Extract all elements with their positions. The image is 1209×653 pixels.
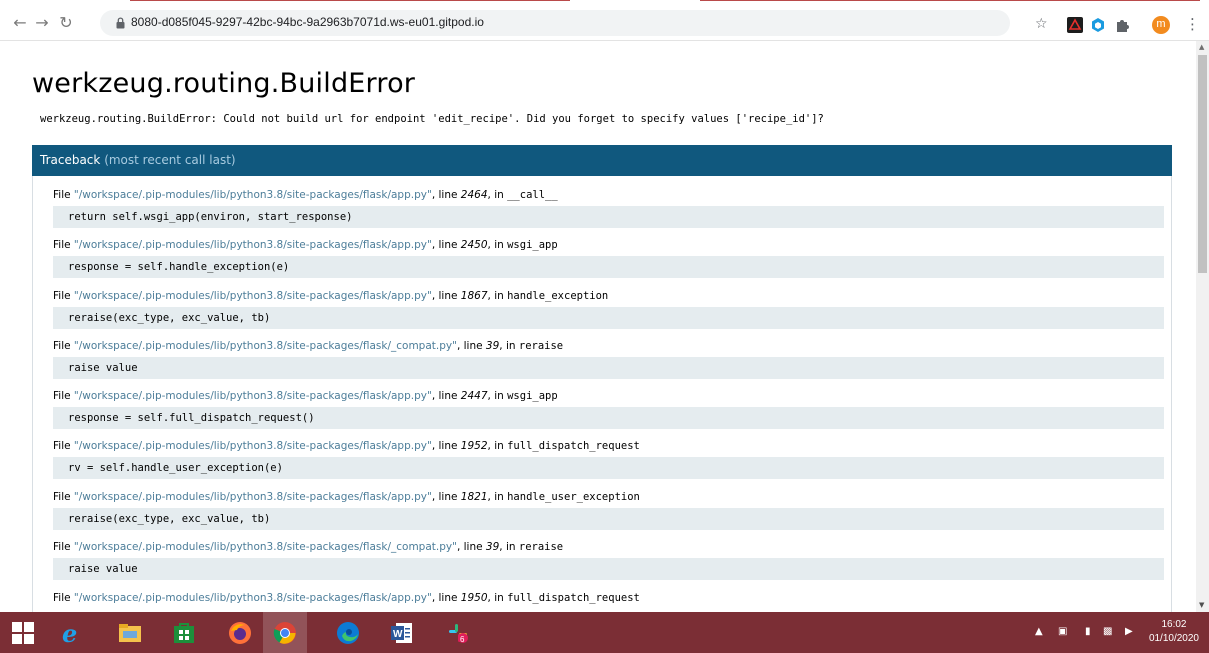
frame-header: File "/workspace/.pip-modules/lib/python…: [53, 390, 558, 402]
traceback-header[interactable]: Traceback (most recent call last): [32, 145, 1172, 176]
menu-kebab-icon[interactable]: ⋮: [1185, 16, 1200, 32]
svg-text:W: W: [393, 629, 403, 640]
frame-lineno: 1821: [460, 491, 488, 503]
frame-code-line[interactable]: return self.wsgi_app(environ, start_resp…: [53, 206, 1164, 228]
frame-function: wsgi_app: [507, 239, 558, 251]
frame-header: File "/workspace/.pip-modules/lib/python…: [53, 592, 640, 604]
frame-function: wsgi_app: [507, 390, 558, 402]
frame-header: File "/workspace/.pip-modules/lib/python…: [53, 491, 640, 503]
frame-filename: "/workspace/.pip-modules/lib/python3.8/s…: [73, 239, 432, 251]
error-message: werkzeug.routing.BuildError: Could not b…: [40, 113, 824, 125]
frame-lineno: 2464: [460, 189, 488, 201]
frame-filename: "/workspace/.pip-modules/lib/python3.8/s…: [73, 592, 432, 604]
frame-code-line[interactable]: reraise(exc_type, exc_value, tb): [53, 307, 1164, 329]
frame-filename: "/workspace/.pip-modules/lib/python3.8/s…: [73, 440, 432, 452]
page-content: werkzeug.routing.BuildError werkzeug.rou…: [0, 41, 1196, 612]
url-text: 8080-d085f045-9297-42bc-94bc-9a2963b7071…: [131, 15, 484, 29]
lock-icon: [116, 17, 125, 29]
frame-filename: "/workspace/.pip-modules/lib/python3.8/s…: [73, 541, 457, 553]
tray-expand-icon[interactable]: ▲: [1035, 626, 1043, 637]
chrome-icon[interactable]: [273, 621, 297, 645]
frame-function: __call__: [507, 189, 558, 201]
frame-code-line[interactable]: response = self.full_dispatch_request(): [53, 407, 1164, 429]
slack-notification-badge: 6: [460, 635, 465, 644]
tab-edge-left: [130, 0, 570, 4]
system-tray: ▲ ▣ ▮ ▩ ▶ 16:02 01/10/2020: [1025, 612, 1209, 653]
traceback-title: Traceback: [40, 153, 101, 167]
frame-lineno: 39: [485, 541, 500, 553]
frame-code-line[interactable]: rv = self.handle_user_exception(e): [53, 457, 1164, 479]
page-scrollbar[interactable]: ▲ ▼: [1196, 41, 1209, 612]
cube-extension-icon[interactable]: [1090, 17, 1106, 33]
windows-taskbar: e W 6 ▲ ▣ ▮ ▩ ▶ 16:02 01/10/2020: [0, 612, 1209, 653]
tab-edge-right: [700, 0, 1200, 4]
frame-lineno: 1867: [460, 290, 488, 302]
frame-header: File "/workspace/.pip-modules/lib/python…: [53, 440, 640, 452]
bookmark-star-icon[interactable]: ☆: [1035, 17, 1048, 31]
traceback-subtitle: (most recent call last): [104, 153, 236, 167]
address-bar[interactable]: 8080-d085f045-9297-42bc-94bc-9a2963b7071…: [100, 10, 1010, 36]
browser-toolbar: ← → ↻ 8080-d085f045-9297-42bc-94bc-9a296…: [0, 6, 1209, 41]
taskbar-clock[interactable]: 16:02 01/10/2020: [1149, 618, 1199, 646]
frame-header: File "/workspace/.pip-modules/lib/python…: [53, 239, 558, 251]
frame-header: File "/workspace/.pip-modules/lib/python…: [53, 290, 609, 302]
word-icon[interactable]: W: [390, 621, 414, 645]
frame-function: reraise: [518, 340, 564, 352]
frame-function: full_dispatch_request: [507, 592, 640, 604]
firefox-icon[interactable]: [228, 621, 252, 645]
extensions-puzzle-icon[interactable]: [1114, 17, 1130, 33]
edge-legacy-icon[interactable]: e: [60, 621, 84, 645]
frame-lineno: 1952: [460, 440, 488, 452]
frame-filename: "/workspace/.pip-modules/lib/python3.8/s…: [73, 491, 432, 503]
volume-icon[interactable]: ▶: [1125, 626, 1133, 637]
reload-icon[interactable]: ↻: [56, 13, 76, 33]
frame-code-line[interactable]: reraise(exc_type, exc_value, tb): [53, 508, 1164, 530]
scroll-thumb[interactable]: [1198, 55, 1207, 273]
back-arrow-icon[interactable]: ←: [10, 13, 30, 33]
battery-icon[interactable]: ▮: [1085, 626, 1091, 637]
clock-date: 01/10/2020: [1148, 633, 1199, 644]
edge-icon[interactable]: [336, 621, 360, 645]
frame-header: File "/workspace/.pip-modules/lib/python…: [53, 189, 558, 201]
profile-avatar[interactable]: m: [1152, 16, 1170, 34]
frame-lineno: 2450: [460, 239, 488, 251]
acrobat-extension-icon[interactable]: [1067, 17, 1083, 33]
frame-header: File "/workspace/.pip-modules/lib/python…: [53, 340, 564, 352]
frame-code-line[interactable]: raise value: [53, 558, 1164, 580]
slack-icon[interactable]: [446, 621, 470, 645]
frame-filename: "/workspace/.pip-modules/lib/python3.8/s…: [73, 390, 432, 402]
clock-time: 16:02: [1161, 619, 1187, 630]
frame-function: handle_exception: [507, 290, 609, 302]
frame-lineno: 2447: [460, 390, 488, 402]
frame-lineno: 1950: [460, 592, 488, 604]
frame-filename: "/workspace/.pip-modules/lib/python3.8/s…: [73, 290, 432, 302]
frame-function: handle_user_exception: [507, 491, 640, 503]
file-explorer-icon[interactable]: [118, 621, 142, 645]
signal-icon[interactable]: ▩: [1103, 626, 1112, 637]
frame-filename: "/workspace/.pip-modules/lib/python3.8/s…: [73, 340, 457, 352]
frame-function: reraise: [518, 541, 564, 553]
start-icon[interactable]: [12, 622, 34, 644]
network-status-icon[interactable]: ▣: [1058, 626, 1067, 637]
svg-text:e: e: [62, 621, 77, 645]
page-title: werkzeug.routing.BuildError: [32, 68, 416, 99]
frame-lineno: 39: [485, 340, 500, 352]
scroll-up-arrow-icon[interactable]: ▲: [1199, 43, 1204, 51]
frame-code-line[interactable]: raise value: [53, 357, 1164, 379]
scroll-down-arrow-icon[interactable]: ▼: [1199, 601, 1204, 609]
frame-filename: "/workspace/.pip-modules/lib/python3.8/s…: [73, 189, 432, 201]
frame-function: full_dispatch_request: [507, 440, 640, 452]
store-icon[interactable]: [172, 621, 196, 645]
frame-code-line[interactable]: response = self.handle_exception(e): [53, 256, 1164, 278]
traceback-body: File "/workspace/.pip-modules/lib/python…: [32, 176, 1172, 612]
forward-arrow-icon[interactable]: →: [32, 13, 52, 33]
frame-header: File "/workspace/.pip-modules/lib/python…: [53, 541, 564, 553]
